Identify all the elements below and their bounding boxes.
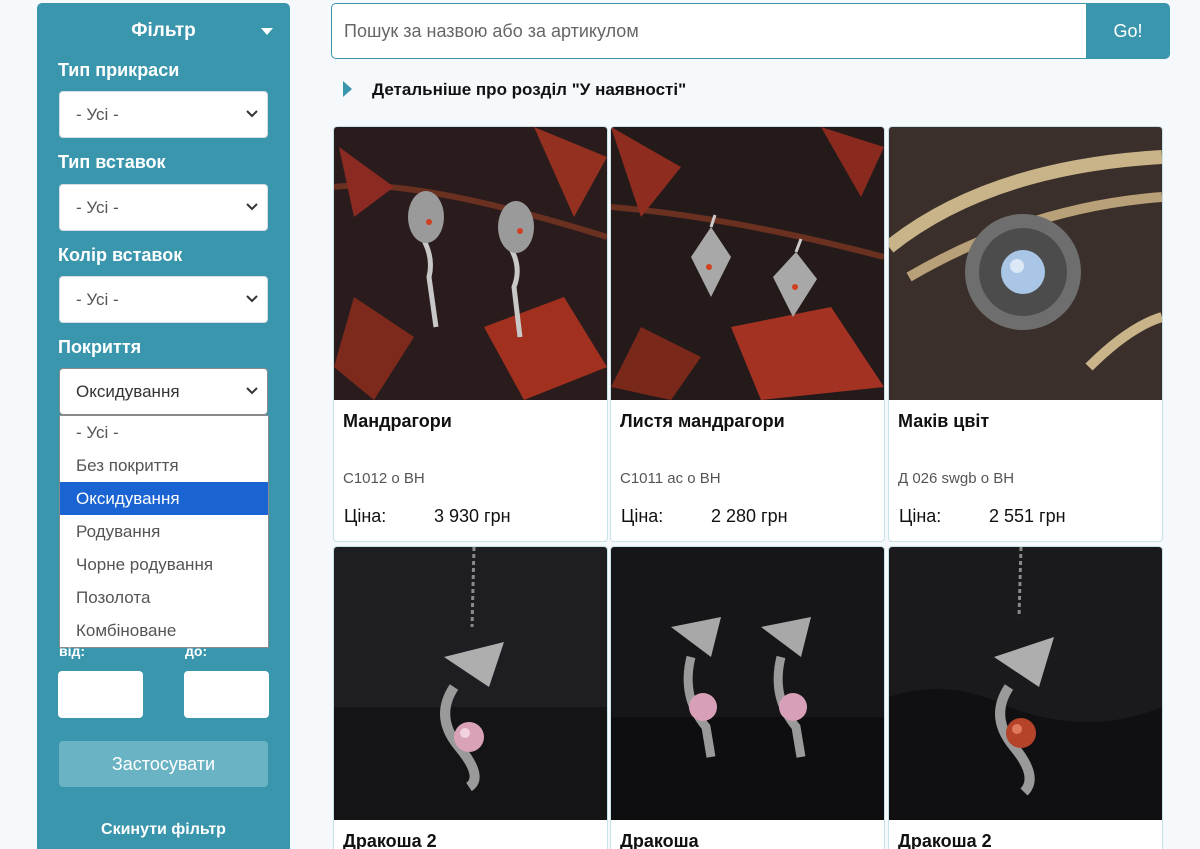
section-info-text: Детальніше про розділ "У наявності" xyxy=(372,80,687,99)
product-price: 2 551 грн xyxy=(989,506,1066,526)
product-card[interactable]: Дракоша 2 xyxy=(333,546,608,849)
coating-label: Покриття xyxy=(58,337,142,357)
product-price: 3 930 грн xyxy=(434,506,511,526)
leaf-earrings-image xyxy=(611,127,884,400)
search-input[interactable]: Пошук за назвою або за артикулом xyxy=(331,3,1087,59)
coating-option-selected[interactable]: Оксидування xyxy=(60,482,268,515)
search-placeholder: Пошук за назвою або за артикулом xyxy=(344,21,639,41)
price-to-label: до: xyxy=(185,643,208,659)
coating-value: Оксидування xyxy=(76,382,180,401)
price-label: Ціна: xyxy=(621,506,664,526)
product-name[interactable]: Дракоша xyxy=(620,831,699,849)
product-card[interactable]: Мандрагори С1012 о ВН Ціна: 3 930 грн xyxy=(333,126,608,542)
product-name[interactable]: Листя мандрагори xyxy=(620,411,785,432)
price-label: Ціна: xyxy=(899,506,942,526)
insert-color-label: Колір вставок xyxy=(58,245,183,265)
product-sku: С1012 о ВН xyxy=(343,470,425,487)
product-sku: С1011 ас о ВН xyxy=(620,470,721,487)
coating-option[interactable]: Чорне родування xyxy=(60,548,268,581)
reset-filter-link[interactable]: Скинути фільтр xyxy=(37,821,290,839)
insert-type-select[interactable]: - Усі - xyxy=(59,184,268,231)
caret-down-icon[interactable] xyxy=(261,28,273,35)
triangle-right-icon xyxy=(343,81,352,97)
poppy-pendant-image xyxy=(889,127,1162,400)
jewelry-type-label: Тип прикраси xyxy=(58,60,180,80)
product-image[interactable] xyxy=(611,127,884,400)
product-card[interactable]: Дракоша 2 xyxy=(888,546,1163,849)
product-name[interactable]: Мандрагори xyxy=(343,411,452,432)
coating-option[interactable]: Позолота xyxy=(60,581,268,614)
jewelry-type-value: - Усі - xyxy=(76,105,119,124)
dragon-earrings-pink-image xyxy=(611,547,884,820)
insert-type-value: - Усі - xyxy=(76,198,119,217)
insert-color-value: - Усі - xyxy=(76,290,119,309)
coating-option[interactable]: Без покриття xyxy=(60,449,268,482)
product-image[interactable] xyxy=(611,547,884,820)
product-image[interactable] xyxy=(334,547,607,820)
product-card[interactable]: Листя мандрагори С1011 ас о ВН Ціна: 2 2… xyxy=(610,126,885,542)
dragon-pendant-pink-image xyxy=(334,547,607,820)
dragon-pendant-red-image xyxy=(889,547,1162,820)
leaf-dragon-earrings-image xyxy=(334,127,607,400)
filter-header[interactable]: Фільтр xyxy=(37,3,290,57)
coating-option[interactable]: Комбіноване xyxy=(60,614,268,647)
price-from-input[interactable] xyxy=(58,671,143,718)
search-go-button[interactable]: Go! xyxy=(1086,3,1170,59)
product-card[interactable]: Маків цвіт Д 026 swgb о ВН Ціна: 2 551 г… xyxy=(888,126,1163,542)
product-name[interactable]: Маків цвіт xyxy=(898,411,989,432)
coating-option[interactable]: - Усі - xyxy=(60,416,268,449)
price-from-label: від: xyxy=(59,643,86,659)
chevron-down-icon xyxy=(246,110,258,118)
jewelry-type-select[interactable]: - Усі - xyxy=(59,91,268,138)
product-image[interactable] xyxy=(889,127,1162,400)
filter-sidebar: Фільтр Тип прикраси - Усі - Тип вставок … xyxy=(37,3,290,849)
chevron-down-icon xyxy=(246,295,258,303)
product-name[interactable]: Дракоша 2 xyxy=(343,831,437,849)
chevron-down-icon xyxy=(246,203,258,211)
product-price: 2 280 грн xyxy=(711,506,788,526)
chevron-down-icon xyxy=(246,387,258,395)
insert-type-label: Тип вставок xyxy=(58,152,166,172)
coating-dropdown: - Усі - Без покриття Оксидування Родуван… xyxy=(59,415,269,648)
coating-select[interactable]: Оксидування xyxy=(59,368,268,415)
product-image[interactable] xyxy=(889,547,1162,820)
product-name[interactable]: Дракоша 2 xyxy=(898,831,992,849)
price-to-input[interactable] xyxy=(184,671,269,718)
product-card[interactable]: Дракоша xyxy=(610,546,885,849)
product-sku: Д 026 swgb о ВН xyxy=(898,470,1015,487)
product-image[interactable] xyxy=(334,127,607,400)
coating-option[interactable]: Родування xyxy=(60,515,268,548)
price-label: Ціна: xyxy=(344,506,387,526)
insert-color-select[interactable]: - Усі - xyxy=(59,276,268,323)
filter-title: Фільтр xyxy=(131,20,196,41)
apply-filter-button[interactable]: Застосувати xyxy=(59,741,268,787)
